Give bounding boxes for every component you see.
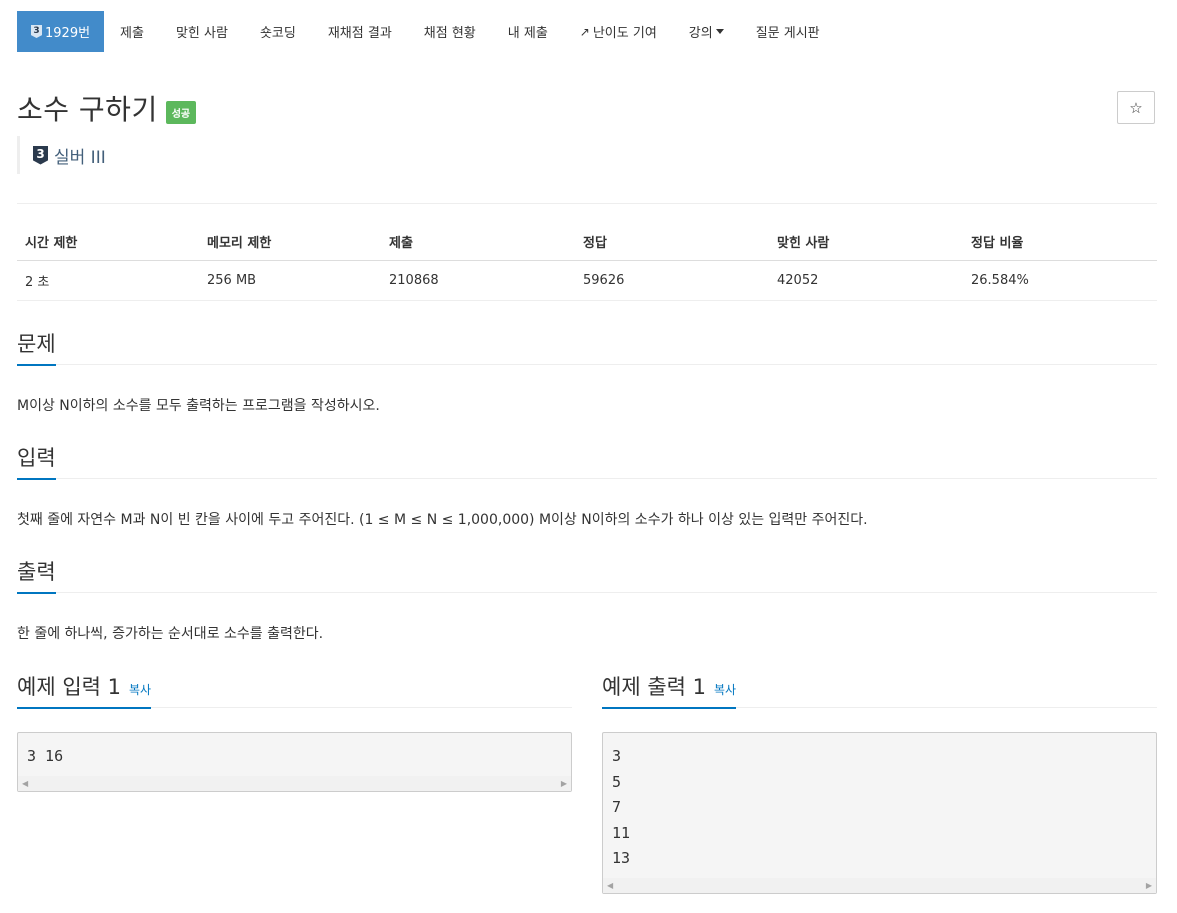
nav-lectures-label: 강의 [688,26,713,41]
sample-output-content: 3 5 7 11 13 [612,747,631,868]
value-memory-limit: 256 MB [199,260,381,301]
section-title: 문제 [17,328,56,366]
nav-my-submissions[interactable]: 내 제출 [492,11,564,52]
horizontal-scrollbar[interactable]: ◀ ▶ [603,878,1156,893]
problem-description-section: 문제 M이상 N이하의 소수를 모두 출력하는 프로그램을 작성하시오. [17,326,1157,415]
section-title: 입력 [17,442,56,480]
nav-problem-number-label: 1929번 [45,26,91,41]
sample-output-box[interactable]: 3 5 7 11 13 ◀ ▶ [602,732,1157,894]
nav-difficulty-contribution[interactable]: ↗ 난이도 기여 [564,11,673,52]
sample-output-title: 예제 출력 1 [602,675,706,699]
value-solved-users: 42052 [769,260,963,301]
header-accept-ratio: 정답 비율 [963,224,1157,261]
header-time-limit: 시간 제한 [17,224,199,261]
table-header-row: 시간 제한 메모리 제한 제출 정답 맞힌 사람 정답 비율 [17,224,1157,261]
header-accepted: 정답 [575,224,769,261]
nav-problem-number[interactable]: 3 1929번 [17,11,105,52]
tier-badge-icon: 3 [33,145,48,165]
sample-input-content: 3 16 [27,747,64,765]
value-accepted: 59626 [575,260,769,301]
nav-question-board-label: 질문 게시판 [755,26,820,41]
nav-short-coding[interactable]: 숏코딩 [244,11,312,52]
sample-input-section: 예제 입력 1 복사 [17,669,572,709]
nav-submit-label: 제출 [120,26,144,41]
nav-rejudge-results[interactable]: 재채점 결과 [312,11,408,52]
nav-rejudge-results-label: 재채점 결과 [327,26,392,41]
scroll-right-icon[interactable]: ▶ [561,779,567,788]
nav-short-coding-label: 숏코딩 [259,26,296,41]
nav-solved-users-label: 맞힌 사람 [175,26,228,41]
sample-input-title: 예제 입력 1 [17,675,121,699]
section-header: 예제 출력 1 복사 [602,669,1157,709]
nav-judge-status-label: 채점 현황 [423,26,476,41]
problem-nav: 3 1929번 제출 맞힌 사람 숏코딩 재채점 결과 채점 현황 내 제출 ↗… [17,11,836,52]
external-link-icon: ↗ [579,24,590,39]
output-description-text: 한 줄에 하나씩, 증가하는 순서대로 소수를 출력한다. [17,626,324,642]
scroll-left-icon[interactable]: ◀ [607,881,613,890]
problem-info-table: 시간 제한 메모리 제한 제출 정답 맞힌 사람 정답 비율 2 초 256 M… [17,224,1157,301]
problem-header: 소수 구하기 성공 [17,88,197,128]
caret-down-icon [715,29,724,34]
section-title: 출력 [17,556,56,594]
nav-lectures-dropdown[interactable]: 강의 [673,11,740,52]
nav-my-submissions-label: 내 제출 [507,26,548,41]
nav-judge-status[interactable]: 채점 현황 [408,11,492,52]
nav-submit[interactable]: 제출 [104,11,160,52]
scroll-right-icon[interactable]: ▶ [1146,881,1152,890]
section-header: 출력 [17,554,1157,594]
divider [17,203,1157,204]
value-time-limit: 2 초 [17,260,199,301]
nav-question-board[interactable]: 질문 게시판 [740,11,836,52]
section-title: 예제 출력 1 복사 [602,671,737,709]
nav-solved-users[interactable]: 맞힌 사람 [160,11,244,52]
value-accept-ratio: 26.584% [963,260,1157,301]
input-description-text: 첫째 줄에 자연수 M과 N이 빈 칸을 사이에 두고 주어진다. (1 ≤ M… [17,512,868,528]
problem-description-text: M이상 N이하의 소수를 모두 출력하는 프로그램을 작성하시오. [17,398,380,414]
section-header: 예제 입력 1 복사 [17,669,572,709]
tier-label[interactable]: 실버 III [54,143,106,168]
horizontal-scrollbar[interactable]: ◀ ▶ [18,776,571,791]
sample-output-section: 예제 출력 1 복사 [602,669,1157,709]
value-submissions: 210868 [381,260,575,301]
status-badge: 성공 [165,100,197,124]
header-submissions: 제출 [381,224,575,261]
header-solved-users: 맞힌 사람 [769,224,963,261]
star-icon: ☆ [1129,98,1143,117]
copy-sample-input-button[interactable]: 복사 [129,683,151,697]
section-header: 입력 [17,440,1157,480]
nav-difficulty-contribution-label: 난이도 기여 [592,26,657,41]
input-section: 입력 첫째 줄에 자연수 M과 N이 빈 칸을 사이에 두고 주어진다. (1 … [17,440,1157,529]
section-title: 예제 입력 1 복사 [17,671,152,709]
output-section: 출력 한 줄에 하나씩, 증가하는 순서대로 소수를 출력한다. [17,554,1157,643]
scroll-left-icon[interactable]: ◀ [22,779,28,788]
tier-info: 3 실버 III [17,136,106,174]
copy-sample-output-button[interactable]: 복사 [714,683,736,697]
tier-badge-icon: 3 [31,25,42,38]
table-row: 2 초 256 MB 210868 59626 42052 26.584% [17,260,1157,301]
section-header: 문제 [17,326,1157,366]
page-title: 소수 구하기 [17,93,158,126]
header-memory-limit: 메모리 제한 [199,224,381,261]
sample-input-box[interactable]: 3 16 ◀ ▶ [17,732,572,792]
favorite-star-button[interactable]: ☆ [1117,91,1155,124]
